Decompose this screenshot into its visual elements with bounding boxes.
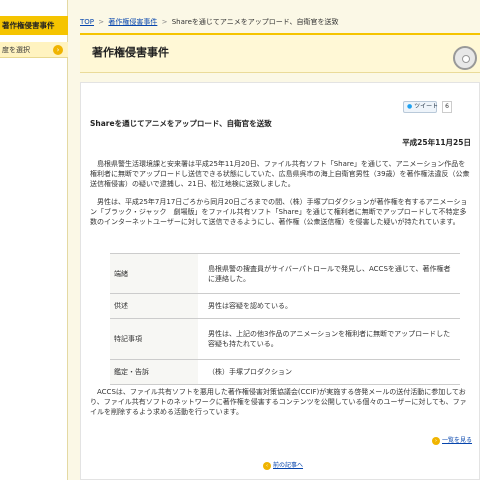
table-value: 男性は、上記の他3作品のアニメーションを権利者に無断でアップロードした容疑も持た… [198, 318, 460, 360]
table-key: 特記事項 [110, 318, 198, 360]
table-value: （株）手塚プロダクション [198, 359, 460, 385]
page-title-bar: 著作権侵害事件 [80, 33, 480, 73]
breadcrumb-home-link[interactable]: TOP [80, 18, 94, 26]
table-row: 供述 男性は容疑を認めている。 [110, 293, 460, 319]
list-link-label: 一覧を見る [442, 437, 473, 444]
table-key: 鑑定・告訴 [110, 359, 198, 385]
sidebar-item-select-year[interactable]: 度を選択 › [0, 42, 68, 58]
article-title: Shareを通じてアニメをアップロード、自衛官を送致 [90, 119, 272, 128]
arrow-right-icon: › [53, 45, 63, 55]
arrow-left-icon: ‹ [263, 461, 271, 470]
page-title: 著作権侵害事件 [92, 46, 169, 59]
breadcrumb-current: Shareを通じてアニメをアップロード、自衛官を送致 [171, 18, 339, 26]
article-paragraph: 男性は、平成25年7月17日ごろから同月20日ごろまでの間、（株）手塚プロダクシ… [90, 198, 468, 226]
arrow-right-icon: › [432, 436, 440, 445]
tweet-count: 6 [442, 101, 452, 113]
article-panel: ● ツイート 6 Shareを通じてアニメをアップロード、自衛官を送致 平成25… [80, 82, 480, 480]
breadcrumb: TOP > 著作権侵害事件 > Shareを通じてアニメをアップロード、自衛官を… [80, 17, 338, 27]
article-date: 平成25年11月25日 [402, 138, 471, 147]
tweet-button[interactable]: ● ツイート [403, 101, 439, 113]
article-paragraph: 島根県警生活環境課と安来署は平成25年11月20日、ファイル共有ソフト「Shar… [90, 160, 470, 188]
prev-article-link[interactable]: ‹ 前の記事へ [263, 460, 303, 470]
case-details-table: 端緒 島根県警の捜査員がサイバーパトロールで発見し、ACCSを通じて、著作権者に… [110, 253, 460, 385]
sidebar-header: 著作権侵害事件 [0, 16, 68, 35]
breadcrumb-separator: > [161, 18, 168, 26]
table-row: 鑑定・告訴 （株）手塚プロダクション [110, 359, 460, 385]
twitter-bird-icon: ● [407, 103, 413, 110]
breadcrumb-section-link[interactable]: 著作権侵害事件 [108, 18, 157, 26]
sidebar-item-label: 度を選択 [2, 46, 30, 54]
table-row: 特記事項 男性は、上記の他3作品のアニメーションを権利者に無断でアップロードした… [110, 318, 460, 360]
disc-icon [453, 46, 477, 70]
list-link[interactable]: › 一覧を見る [432, 435, 472, 445]
table-value: 島根県警の捜査員がサイバーパトロールで発見し、ACCSを通じて、著作権者に連絡し… [198, 253, 460, 294]
breadcrumb-separator: > [98, 18, 105, 26]
table-row: 端緒 島根県警の捜査員がサイバーパトロールで発見し、ACCSを通じて、著作権者に… [110, 253, 460, 294]
table-key: 供述 [110, 293, 198, 319]
tweet-label: ツイート [414, 103, 439, 110]
table-key: 端緒 [110, 253, 198, 294]
prev-link-label: 前の記事へ [273, 462, 304, 469]
sidebar: 著作権侵害事件 度を選択 › [0, 0, 68, 480]
article-paragraph: ACCSは、ファイル共有ソフトを悪用した著作権侵害対策協議会(CCIF)が実施す… [90, 388, 467, 416]
table-value: 男性は容疑を認めている。 [198, 293, 460, 319]
